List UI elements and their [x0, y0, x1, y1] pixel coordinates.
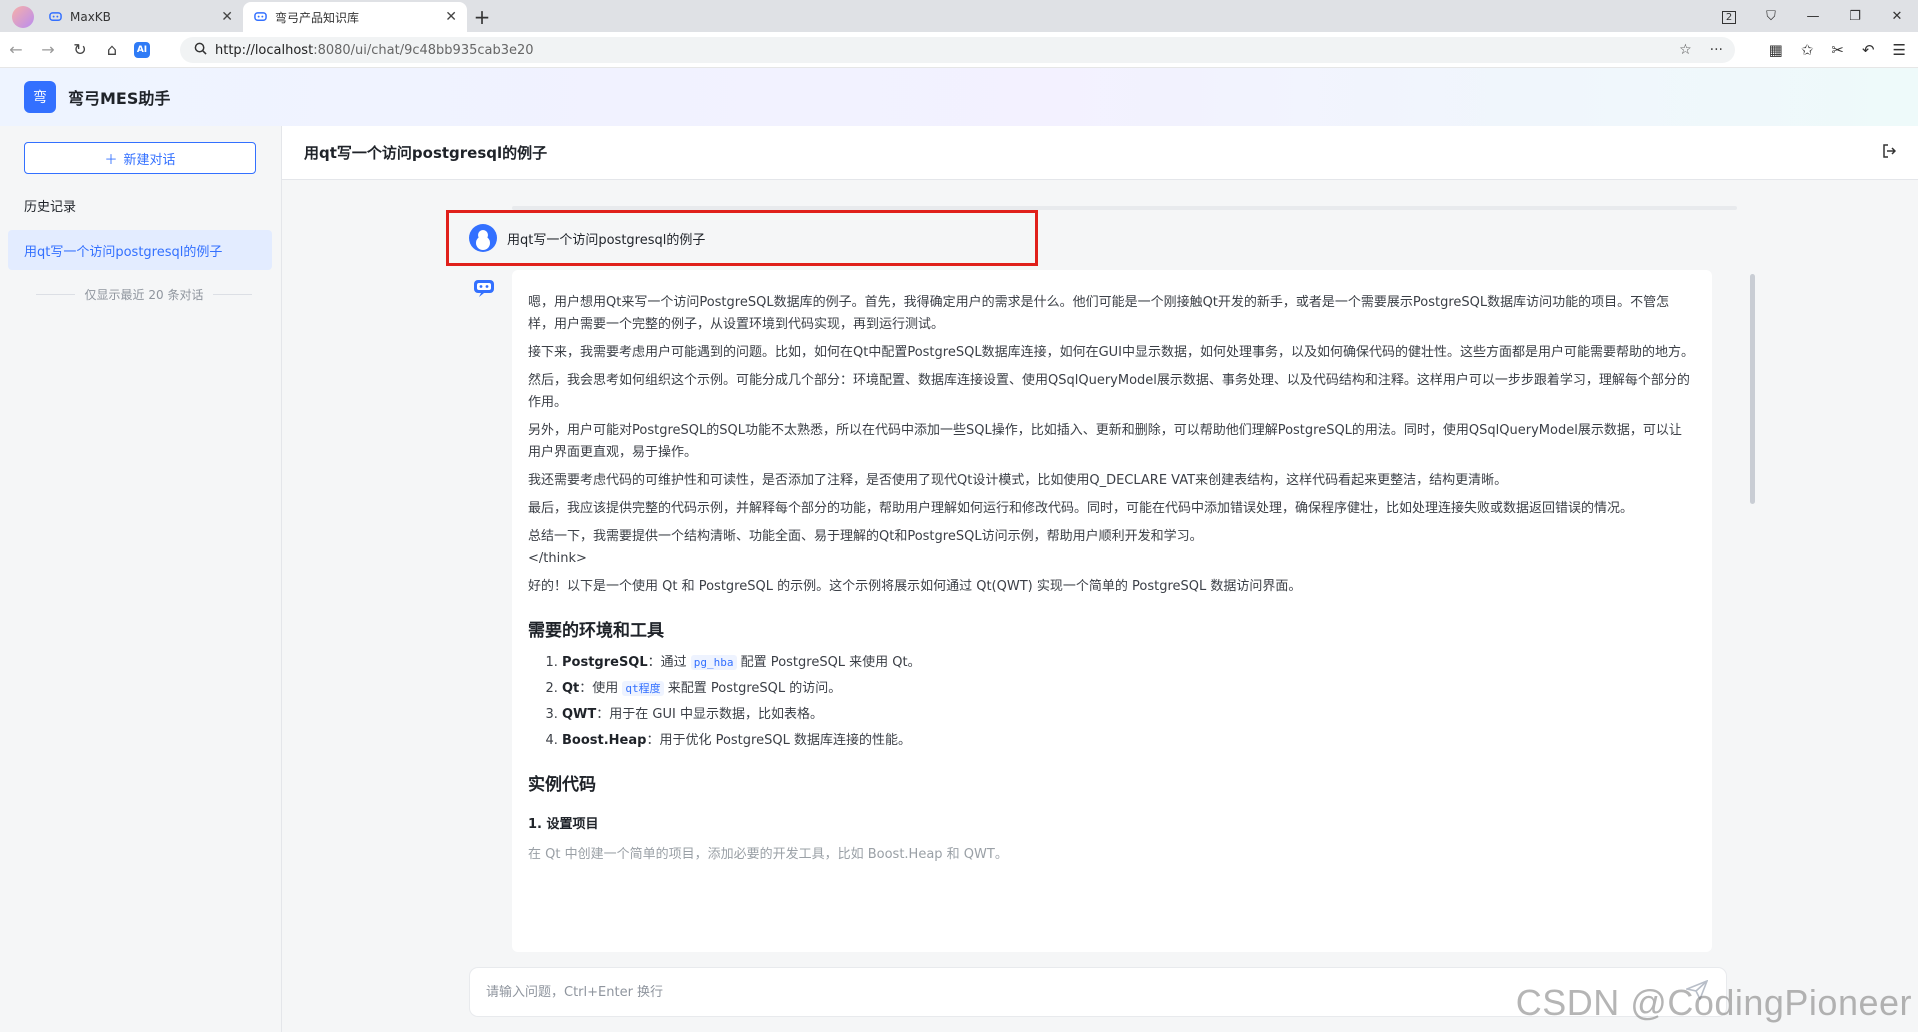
scissors-icon[interactable]: ✂ — [1831, 41, 1844, 59]
app-title: 弯弓MES助手 — [68, 89, 171, 108]
new-chat-label: 新建对话 — [123, 152, 176, 168]
history-note-text: 仅显示最近 20 条对话 — [84, 288, 204, 302]
think-end-tag: </think> — [528, 551, 587, 566]
home-icon[interactable]: ⌂ — [96, 40, 128, 59]
exit-icon[interactable] — [1882, 144, 1897, 162]
browser-tab-knowledge[interactable]: 弯弓产品知识库 ✕ — [243, 2, 467, 32]
section-heading-code: 实例代码 — [528, 775, 596, 795]
answer-paragraph: 嗯，用户想用Qt来写一个访问PostgreSQL数据库的例子。首先，我得确定用户… — [528, 295, 1670, 332]
app-header: 弯 弯弓MES助手 — [0, 68, 1918, 126]
minimize-icon[interactable]: — — [1792, 9, 1834, 24]
watermark: CSDN @CodingPioneer — [1515, 982, 1912, 1023]
user-avatar-icon — [469, 224, 497, 252]
close-icon[interactable]: ✕ — [445, 9, 457, 25]
answer-paragraph: 总结一下，我需要提供一个结构清晰、功能全面、易于理解的Qt和PostgreSQL… — [528, 529, 1203, 544]
list-item: Qt：使用 qt程度 来配置 PostgreSQL 的访问。 — [562, 678, 1694, 700]
list-item: Boost.Heap：用于优化 PostgreSQL 数据库连接的性能。 — [562, 730, 1694, 752]
url-host: http://localhost — [215, 42, 314, 58]
history-heading: 历史记录 — [24, 200, 77, 215]
app-logo: 弯 — [24, 81, 56, 113]
answer-paragraph: 最后，我应该提供完整的代码示例，并解释每个部分的功能，帮助用户理解如何运行和修改… — [528, 501, 1634, 516]
search-icon — [194, 42, 207, 59]
apps-grid-icon[interactable]: ▦ — [1769, 41, 1783, 59]
url-path: :8080/ui/chat/9c48bb935cab3e20 — [313, 42, 534, 58]
subsection-heading: 1. 设置项目 — [528, 817, 599, 832]
close-icon[interactable]: ✕ — [221, 9, 233, 25]
answer-paragraph: 然后，我会思考如何组织这个示例。可能分成几个部分：环境配置、数据库连接设置、使用… — [528, 373, 1690, 410]
user-question-highlight: 用qt写一个访问postgresql的例子 — [446, 210, 1038, 266]
answer-paragraph: 在 Qt 中创建一个简单的项目，添加必要的开发工具，比如 Boost.Heap … — [528, 847, 1008, 862]
inline-code: qt程度 — [622, 681, 664, 696]
answer-paragraph: 另外，用户可能对PostgreSQL的SQL功能不太熟悉，所以在代码中添加一些S… — [528, 423, 1682, 460]
question-input[interactable] — [486, 984, 1636, 1000]
window-controls: 2 ⛉ — ❐ ✕ — [1708, 0, 1918, 32]
chat-bubble-icon — [48, 10, 62, 24]
answer-intro: 好的！以下是一个使用 Qt 和 PostgreSQL 的示例。这个示例将展示如何… — [528, 579, 1302, 594]
tab-count-icon[interactable]: 2 — [1708, 9, 1750, 24]
undo-icon[interactable]: ↶ — [1862, 41, 1875, 59]
list-item: QWT：用于在 GUI 中显示数据，比如表格。 — [562, 704, 1694, 726]
browser-toolbar: ← → ↻ ⌂ AI http://localhost:8080/ui/chat… — [0, 32, 1918, 68]
user-question-text: 用qt写一个访问postgresql的例子 — [507, 232, 706, 248]
favorites-icon[interactable]: ✩ — [1801, 41, 1814, 59]
browser-tabbar: MaxKB ✕ 弯弓产品知识库 ✕ + 2 ⛉ — ❐ ✕ — [0, 0, 1918, 32]
inline-code: pg_hba — [690, 655, 737, 670]
star-icon[interactable]: ☆ — [1679, 42, 1692, 58]
history-item[interactable]: 用qt写一个访问postgresql的例子 — [8, 230, 272, 270]
sidebar: ＋ 新建对话 历史记录 用qt写一个访问postgresql的例子 仅显示最近 … — [0, 126, 282, 1032]
robot-avatar-icon — [470, 274, 498, 302]
chat-title: 用qt写一个访问postgresql的例子 — [304, 144, 548, 162]
list-item: PostgreSQL：通过 pg_hba 配置 PostgreSQL 来使用 Q… — [562, 652, 1694, 674]
ai-icon[interactable]: AI — [134, 41, 150, 58]
answer-paragraph: 接下来，我需要考虑用户可能遇到的问题。比如，如何在Qt中配置PostgreSQL… — [528, 345, 1694, 360]
chat-main: 用qt写一个访问postgresql的例子 用qt写一个访问postgresql… — [282, 126, 1918, 1032]
plus-icon: ＋ — [104, 152, 118, 168]
section-heading-tools: 需要的环境和工具 — [528, 621, 664, 641]
browser-tab-maxkb[interactable]: MaxKB ✕ — [38, 2, 243, 32]
history-note: 仅显示最近 20 条对话 — [36, 286, 252, 303]
assistant-answer: 嗯，用户想用Qt来写一个访问PostgreSQL数据库的例子。首先，我得确定用户… — [512, 270, 1712, 952]
chat-scrollbar[interactable] — [1750, 274, 1755, 504]
more-icon[interactable]: ··· — [1710, 42, 1723, 58]
extension-icons: ▦ ✩ ✂ ↶ ☰ — [1769, 32, 1906, 68]
tab-label: 弯弓产品知识库 — [275, 10, 360, 25]
back-icon[interactable]: ← — [0, 40, 32, 59]
new-tab-button[interactable]: + — [467, 2, 497, 32]
shirt-icon[interactable]: ⛉ — [1750, 9, 1792, 24]
chat-header: 用qt写一个访问postgresql的例子 — [282, 126, 1918, 180]
profile-avatar[interactable] — [8, 2, 38, 32]
forward-icon[interactable]: → — [32, 40, 64, 59]
reload-icon[interactable]: ↻ — [64, 40, 96, 59]
chat-bubble-icon — [253, 10, 267, 24]
answer-paragraph: 我还需要考虑代码的可维护性和可读性，是否添加了注释，是否使用了现代Qt设计模式，… — [528, 473, 1508, 488]
tab-label: MaxKB — [70, 10, 111, 24]
menu-icon[interactable]: ☰ — [1893, 41, 1906, 59]
new-chat-button[interactable]: ＋ 新建对话 — [24, 142, 256, 174]
address-bar[interactable]: http://localhost:8080/ui/chat/9c48bb935c… — [180, 37, 1735, 63]
tools-list: PostgreSQL：通过 pg_hba 配置 PostgreSQL 来使用 Q… — [562, 652, 1694, 752]
restore-icon[interactable]: ❐ — [1834, 9, 1876, 24]
window-close-icon[interactable]: ✕ — [1876, 9, 1918, 24]
